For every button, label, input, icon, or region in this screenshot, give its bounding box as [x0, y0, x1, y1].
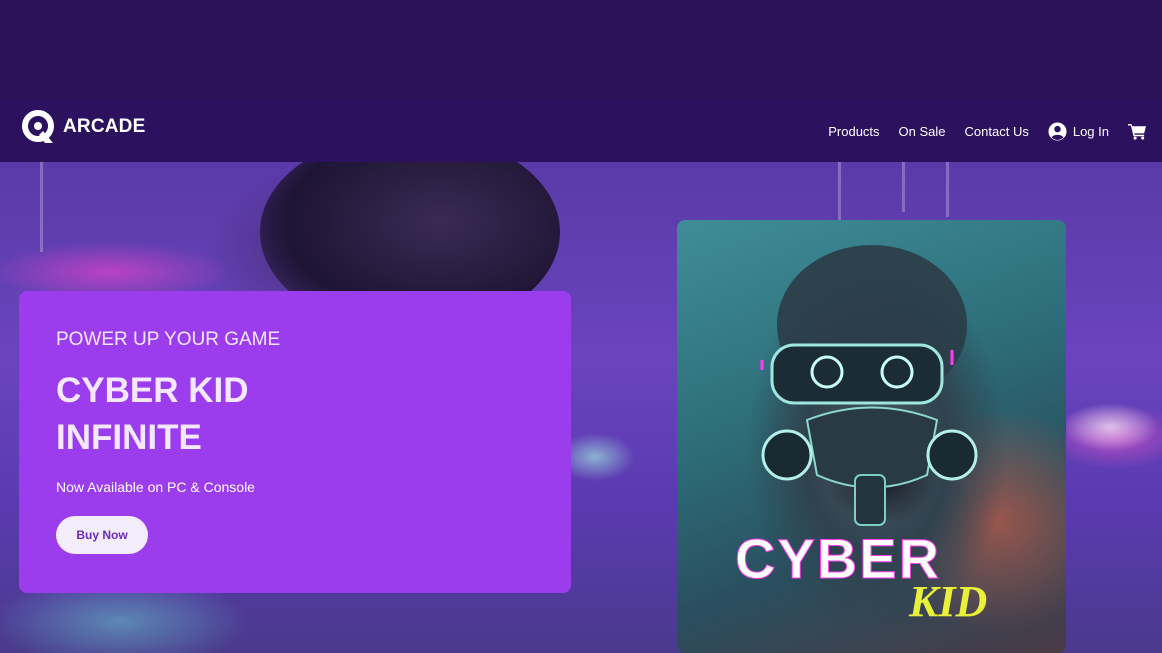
promo-card: POWER UP YOUR GAME CYBER KID INFINITE No… — [19, 291, 571, 593]
user-circle-icon — [1048, 121, 1067, 141]
game-cover-illustration: CYBER KID — [735, 245, 987, 626]
light-streak — [40, 162, 43, 252]
hero-tagline: POWER UP YOUR GAME — [56, 329, 281, 350]
nav-link-on-sale[interactable]: On Sale — [899, 124, 946, 139]
shopping-cart-icon — [1128, 123, 1146, 140]
cart-button[interactable] — [1128, 123, 1147, 140]
light-streak — [838, 162, 841, 222]
availability-text: Now Available on PC & Console — [56, 479, 255, 495]
top-navbar: ARCADE Products On Sale Contact Us Log I… — [0, 100, 1162, 162]
light-streak — [902, 162, 905, 212]
brand-name: ARCADE — [63, 116, 146, 137]
nav-link-products[interactable]: Products — [828, 124, 879, 139]
login-link[interactable]: Log In — [1048, 121, 1109, 141]
buy-now-button[interactable]: Buy Now — [56, 516, 148, 554]
brand-logo[interactable]: ARCADE — [19, 107, 145, 147]
hero-banner: POWER UP YOUR GAME CYBER KID INFINITE No… — [0, 162, 1162, 653]
hero-title-line-1: CYBER KID — [56, 371, 249, 410]
hero-title: CYBER KID INFINITE — [56, 367, 249, 461]
main-nav: Products On Sale Contact Us Log In — [828, 100, 1162, 162]
cover-title-script: KID — [908, 577, 987, 626]
logo-mark-icon — [22, 110, 54, 143]
nav-link-contact-us[interactable]: Contact Us — [965, 124, 1029, 139]
game-cover-art[interactable]: CYBER KID — [677, 220, 1066, 653]
login-label: Log In — [1072, 123, 1109, 139]
light-streak — [946, 162, 949, 217]
hero-title-line-2: INFINITE — [56, 418, 202, 457]
